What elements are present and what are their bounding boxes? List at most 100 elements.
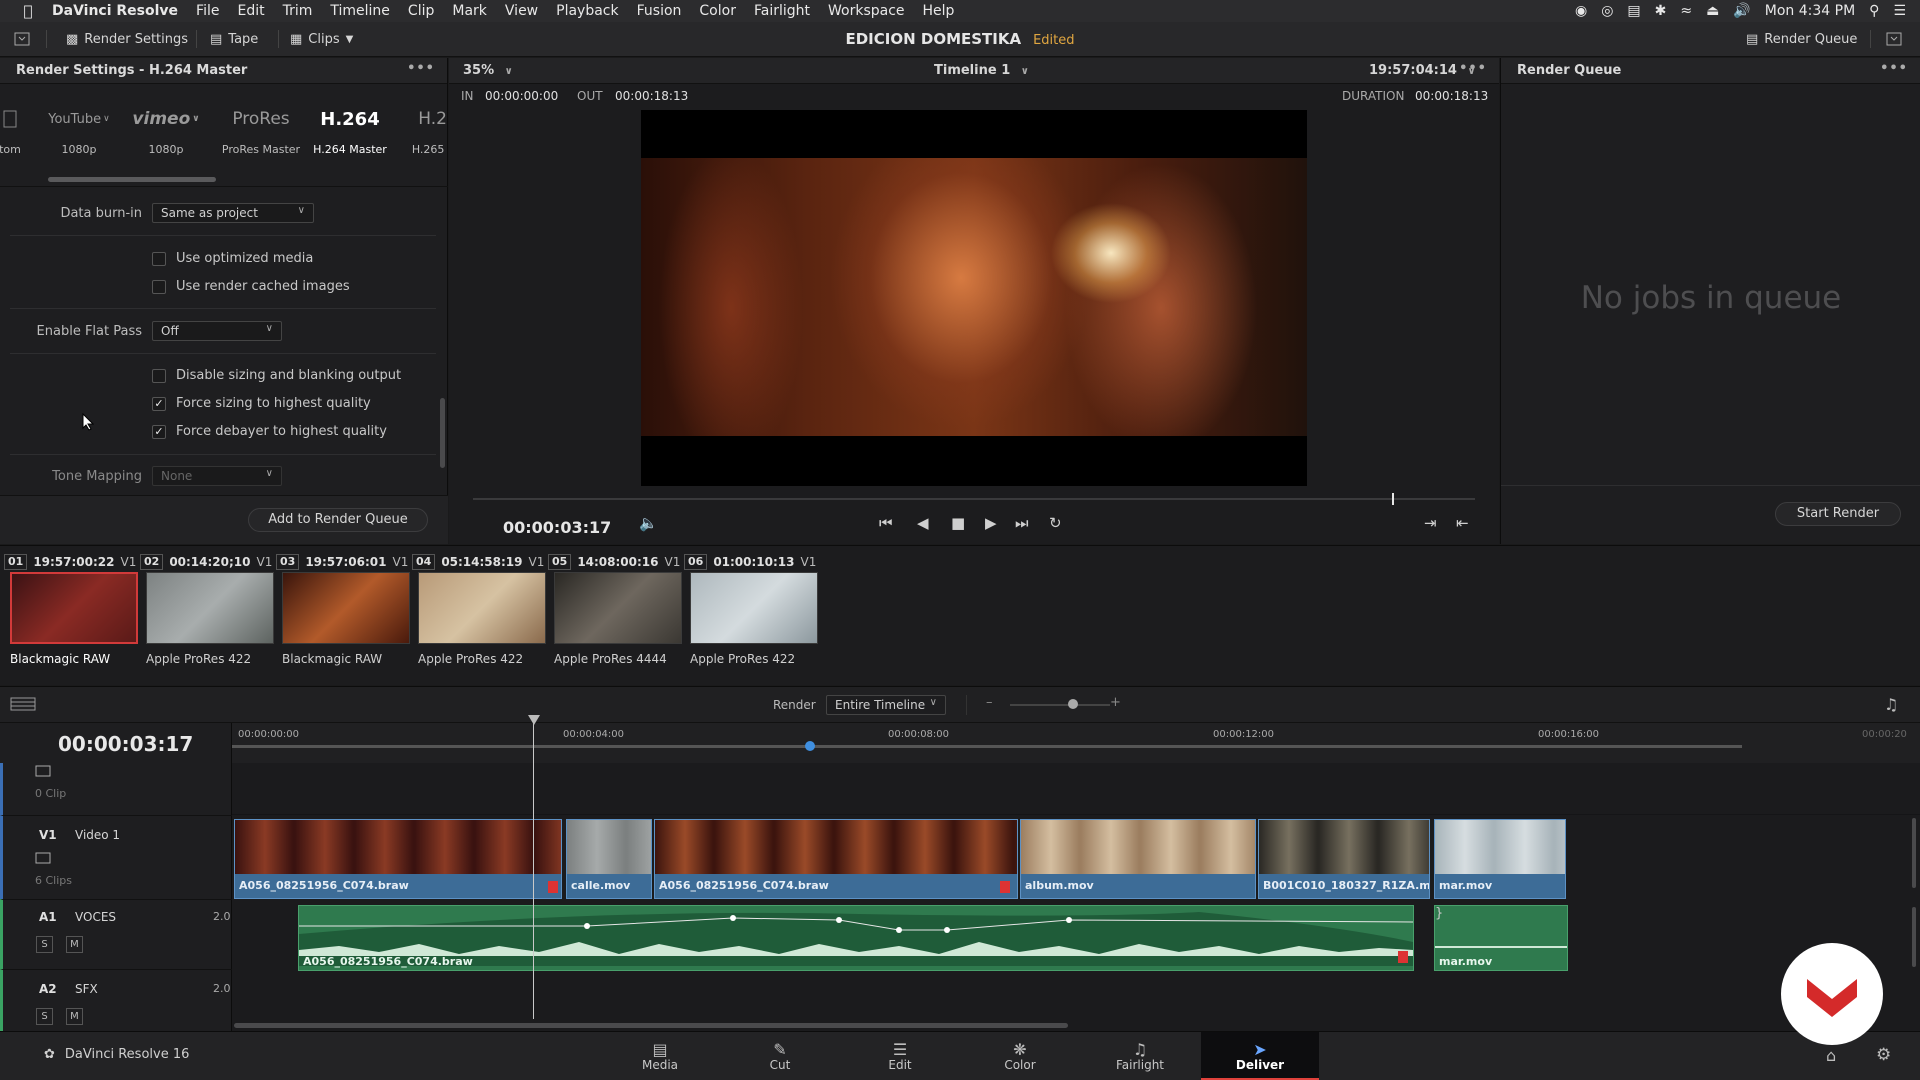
zoom-slider-handle[interactable] [1068,699,1078,709]
eject-icon[interactable]: ⏏ [1706,3,1719,19]
page-color[interactable]: ❋ Color [961,1032,1079,1080]
audio-clip[interactable]: mar.mov } [1434,905,1568,971]
track-monitor-icon[interactable] [35,765,51,781]
video-clip[interactable]: calle.mov [566,819,652,899]
page-media[interactable]: ▤ Media [601,1032,719,1080]
clip-thumbnail[interactable]: 06 01:00:10:13 V1 Apple ProRes 422 [684,552,820,666]
range-marker[interactable] [805,741,815,751]
clip-marker-icon[interactable] [548,881,558,893]
viewer-scrubber[interactable] [473,498,1475,500]
notification-center-icon[interactable]: ☰ [1893,3,1906,19]
page-edit[interactable]: ☰ Edit [841,1032,959,1080]
creative-cloud-icon[interactable]: ◎ [1601,3,1613,19]
force-debayer-checkbox[interactable]: ✓ Force debayer to highest quality [152,424,387,439]
menu-clip[interactable]: Clip [408,3,434,19]
preset-scrollbar[interactable] [48,177,216,182]
video-clip[interactable]: album.mov [1020,819,1256,899]
zoom-slider[interactable] [1010,704,1110,706]
menu-fusion[interactable]: Fusion [637,3,682,19]
timeline-view-options-icon[interactable] [10,696,36,716]
render-queue-button[interactable]: ▤ Render Queue [1746,29,1857,49]
menu-file[interactable]: File [196,3,219,19]
volume-icon[interactable]: 🔊 [1733,3,1750,19]
video-clip[interactable]: A056_08251956_C074.braw [234,819,562,899]
tape-button[interactable]: ▤ Tape [210,29,258,49]
mute-button[interactable]: M [66,936,83,953]
zoom-dropdown[interactable]: 35% ∨ [463,63,513,78]
playhead[interactable] [533,719,534,1019]
render-range-bar[interactable] [232,745,1742,748]
scrubber-playhead[interactable] [1392,493,1394,505]
use-cached-checkbox[interactable]: Use render cached images [152,279,350,294]
page-cut[interactable]: ✎ Cut [721,1032,839,1080]
audio-meter-icon[interactable]: ♫ [1884,695,1898,714]
solo-button[interactable]: S [36,936,53,953]
clock[interactable]: Mon 4:34 PM [1765,3,1855,19]
use-optimized-checkbox[interactable]: Use optimized media [152,251,313,266]
flat-pass-dropdown[interactable]: Off ∨ [152,321,282,341]
video-clip[interactable]: mar.mov [1434,819,1566,899]
clips-button[interactable]: ▦ Clips ▼ [290,29,353,49]
clip-thumbnail[interactable]: 05 14:08:00:16 V1 Apple ProRes 4444 [548,552,684,666]
more-options-icon[interactable]: ••• [1459,61,1487,76]
gear-icon[interactable]: ⚙ [1876,1045,1891,1065]
zoom-out-icon[interactable]: – [986,695,993,710]
render-range-dropdown[interactable]: Entire Timeline ∨ [826,695,946,715]
play-reverse-icon[interactable]: ◀ [917,514,929,532]
audio-clip[interactable]: A056_08251956_C074.braw [298,905,1414,971]
mark-in-icon[interactable]: ⇤ [1456,514,1469,532]
video-clip[interactable]: B001C010_180327_R1ZA.mov [1258,819,1430,899]
drive-icon[interactable]: ▤ [1627,3,1640,19]
start-render-button[interactable]: Start Render [1775,502,1901,526]
wifi-icon[interactable]: ≈ [1680,3,1692,19]
skip-to-end-icon[interactable]: ⏭ [1015,514,1029,532]
menu-fairlight[interactable]: Fairlight [754,3,810,19]
video-frame[interactable] [641,110,1307,486]
playhead-handle[interactable] [528,715,540,725]
volume-icon[interactable]: 🔈 [639,514,658,532]
more-options-icon[interactable]: ••• [1880,61,1908,76]
bluetooth-icon[interactable]: ✱ [1655,3,1667,19]
video-clip[interactable]: A056_08251956_C074.braw [654,819,1018,899]
apple-icon[interactable]:  [18,2,38,20]
clip-thumbnail[interactable]: 03 19:57:06:01 V1 Blackmagic RAW [276,552,412,666]
timeline-horizontal-scrollbar[interactable] [234,1023,1068,1028]
stop-icon[interactable]: ■ [951,514,965,532]
menu-view[interactable]: View [505,3,538,19]
add-to-render-queue-button[interactable]: Add to Render Queue [248,508,428,532]
clip-thumbnail[interactable]: 04 05:14:58:19 V1 Apple ProRes 422 [412,552,548,666]
clip-thumbnail[interactable]: 01 19:57:00:22 V1 Blackmagic RAW [4,552,140,666]
track-header-a1[interactable]: A1 VOCES 2.0 S M [0,899,232,969]
page-fairlight[interactable]: ♫ Fairlight [1081,1032,1199,1080]
menu-edit[interactable]: Edit [237,3,264,19]
record-icon[interactable]: ◉ [1575,3,1587,19]
video-scrollbar[interactable] [1912,818,1916,888]
audio-scrollbar[interactable] [1912,907,1916,967]
preset-custom[interactable]: tom [0,103,40,156]
mark-out-icon[interactable]: ⇥ [1424,514,1437,532]
render-settings-button[interactable]: ▩ Render Settings [66,29,188,49]
zoom-in-icon[interactable]: + [1110,695,1121,710]
skip-to-start-icon[interactable]: ⏮ [879,514,893,532]
loop-icon[interactable]: ↻ [1049,514,1062,532]
menu-trim[interactable]: Trim [283,3,313,19]
menu-workspace[interactable]: Workspace [828,3,905,19]
track-header-v1[interactable]: V1 Video 1 6 Clips [0,815,232,899]
menu-timeline[interactable]: Timeline [330,3,390,19]
preset-prores[interactable]: ProRes ProRes Master [218,103,304,156]
panel-toggle-icon[interactable] [14,29,30,49]
page-deliver[interactable]: ➤ Deliver [1201,1032,1319,1080]
force-sizing-checkbox[interactable]: ✓ Force sizing to highest quality [152,396,371,411]
clip-marker-icon[interactable] [1000,881,1010,893]
empty-track-header[interactable]: 0 Clip [0,763,232,815]
more-options-icon[interactable]: ••• [407,61,435,76]
menu-help[interactable]: Help [923,3,955,19]
mute-button[interactable]: M [66,1008,83,1025]
solo-button[interactable]: S [36,1008,53,1025]
disable-sizing-checkbox[interactable]: Disable sizing and blanking output [152,368,401,383]
menu-mark[interactable]: Mark [452,3,487,19]
data-burnin-dropdown[interactable]: Same as project ∨ [152,203,314,223]
track-monitor-icon[interactable] [35,852,51,868]
clip-thumbnail[interactable]: 02 00:14:20;10 V1 Apple ProRes 422 [140,552,276,666]
timeline-ruler[interactable]: 00:00:00:00 00:00:04:00 00:00:08:00 00:0… [232,723,1920,763]
